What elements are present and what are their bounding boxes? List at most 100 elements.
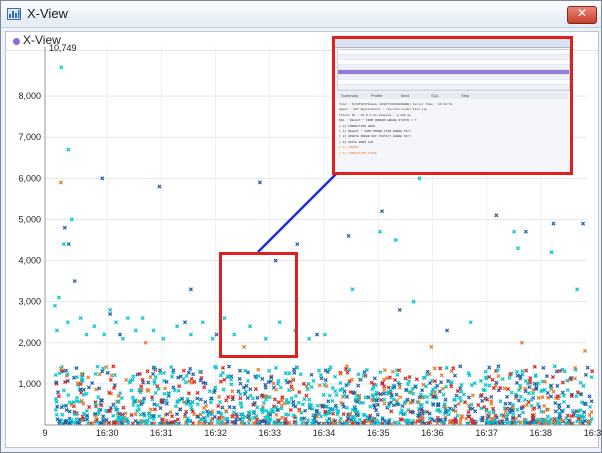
data-point xyxy=(55,404,60,409)
data-point xyxy=(476,403,481,408)
data-point xyxy=(96,395,101,400)
data-point xyxy=(553,409,558,414)
data-point xyxy=(246,420,251,425)
data-point xyxy=(188,332,193,337)
data-point xyxy=(296,400,301,405)
data-point xyxy=(66,147,71,152)
data-point xyxy=(202,385,207,390)
data-point xyxy=(514,369,519,374)
data-point xyxy=(289,384,294,389)
data-point xyxy=(216,403,221,409)
x-tick-label: 16:32 xyxy=(204,428,227,438)
data-point xyxy=(504,421,509,426)
data-point xyxy=(195,396,200,401)
data-point xyxy=(378,229,383,234)
data-point xyxy=(186,391,191,396)
data-point xyxy=(414,377,419,382)
data-point xyxy=(131,374,136,379)
data-point xyxy=(551,221,556,226)
data-point xyxy=(97,386,102,391)
thumbnail-table xyxy=(337,49,570,91)
data-point xyxy=(550,375,555,380)
data-point xyxy=(85,417,90,422)
data-point xyxy=(469,417,474,422)
data-point xyxy=(86,375,91,380)
data-point xyxy=(535,402,541,407)
data-point xyxy=(380,209,385,214)
x-tick-label: 16:35 xyxy=(367,428,390,438)
x-tick-label: 16:33 xyxy=(259,428,282,438)
data-point xyxy=(153,390,158,395)
data-point xyxy=(333,374,338,379)
data-point xyxy=(279,398,284,403)
data-point xyxy=(326,399,331,404)
data-point xyxy=(330,385,335,390)
data-point xyxy=(532,364,537,369)
data-point xyxy=(582,410,587,415)
data-point xyxy=(333,389,338,394)
data-point xyxy=(261,400,266,405)
data-point xyxy=(238,392,243,397)
data-point xyxy=(100,369,105,374)
data-point xyxy=(102,332,107,337)
data-point xyxy=(131,402,136,407)
thumbnail-tab: Bind xyxy=(401,93,410,98)
data-point xyxy=(302,416,307,421)
thumbnail-text-line: [ 5] CONNECTION CLOSE xyxy=(339,151,377,155)
data-point xyxy=(524,368,529,373)
data-point xyxy=(152,407,157,412)
data-point xyxy=(432,366,437,371)
data-point xyxy=(94,387,99,392)
data-point xyxy=(176,388,181,393)
transaction-detail-thumbnail[interactable]: Summary Profile Bind SQL Step Txid : 7b78f1b… xyxy=(332,36,573,175)
data-point xyxy=(59,405,64,410)
data-point xyxy=(245,370,250,375)
data-point xyxy=(279,403,284,408)
data-point xyxy=(108,307,113,312)
data-point xyxy=(306,418,311,423)
data-point xyxy=(390,369,395,374)
data-point xyxy=(466,410,471,415)
data-point xyxy=(529,397,534,402)
data-point xyxy=(221,387,226,392)
data-point xyxy=(527,391,532,396)
data-point xyxy=(438,366,443,371)
y-tick-label: 6,000 xyxy=(18,173,41,183)
data-point xyxy=(56,394,61,399)
data-point xyxy=(293,394,298,399)
data-point xyxy=(407,374,412,380)
data-point xyxy=(397,385,402,390)
data-point xyxy=(140,316,145,321)
data-point xyxy=(121,405,126,410)
data-point xyxy=(189,377,194,382)
data-point xyxy=(150,371,156,376)
data-point xyxy=(309,372,314,377)
data-point xyxy=(112,385,117,391)
data-point xyxy=(470,406,475,411)
data-point xyxy=(455,388,460,393)
data-point xyxy=(507,401,512,406)
data-point xyxy=(350,287,355,292)
data-point xyxy=(378,370,383,375)
data-point xyxy=(170,414,175,419)
data-point xyxy=(304,393,309,398)
data-point xyxy=(74,417,79,422)
data-point xyxy=(315,332,320,337)
data-point xyxy=(491,406,496,411)
data-point xyxy=(456,401,461,406)
data-point xyxy=(151,328,156,333)
selection-box[interactable] xyxy=(219,252,298,358)
data-point xyxy=(545,390,550,395)
data-point xyxy=(129,412,134,417)
data-point xyxy=(295,242,300,247)
data-point xyxy=(137,399,142,404)
data-point xyxy=(425,369,430,374)
data-point xyxy=(449,384,454,389)
data-point xyxy=(544,374,549,379)
data-point xyxy=(393,237,398,243)
data-point xyxy=(564,416,569,421)
data-point xyxy=(451,366,456,371)
data-point xyxy=(545,414,550,419)
data-point xyxy=(148,407,153,412)
data-point xyxy=(433,379,438,384)
